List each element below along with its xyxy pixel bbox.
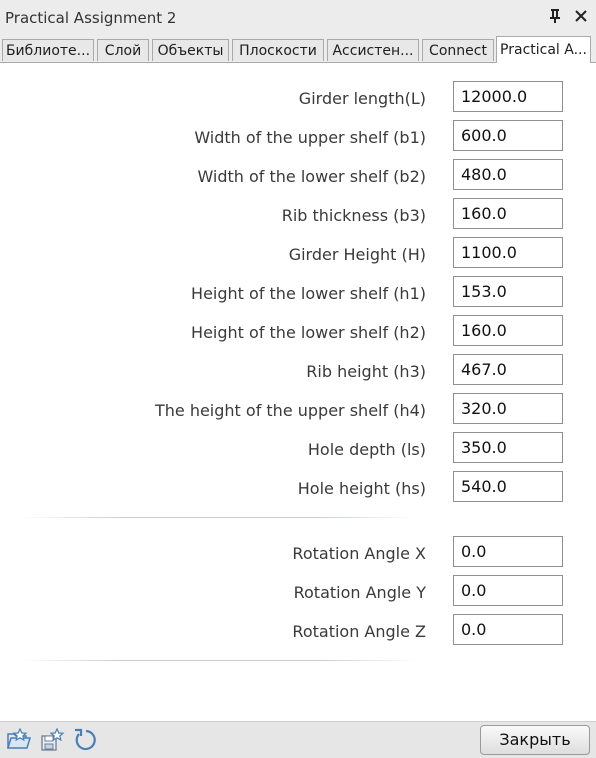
rotation-label-z: Rotation Angle Z	[292, 622, 426, 641]
param-input[interactable]: 350.0	[453, 432, 563, 463]
param-input[interactable]: 1100.0	[453, 237, 563, 268]
param-label: The height of the upper shelf (h4)	[154, 401, 426, 420]
rotation-input-y[interactable]: 0.0	[453, 575, 563, 606]
param-label: Height of the lower shelf (h2)	[191, 323, 426, 342]
window-title: Practical Assignment 2	[5, 9, 177, 27]
param-input[interactable]: 12000.0	[453, 81, 563, 112]
rotation-label-x: Rotation Angle X	[292, 544, 426, 563]
param-label: Hole depth (ls)	[307, 440, 426, 459]
param-input[interactable]: 153.0	[453, 276, 563, 307]
param-label: Hole height (hs)	[297, 479, 426, 498]
param-label: Girder Height (H)	[288, 245, 426, 264]
rotation-label-y: Rotation Angle Y	[293, 583, 426, 602]
tab-assistant[interactable]: Ассистен...	[327, 39, 419, 61]
section-divider	[22, 660, 417, 661]
tab-practical-assignment[interactable]: Practical A...	[496, 36, 591, 63]
tab-planes[interactable]: Плоскости	[232, 39, 324, 61]
param-input[interactable]: 480.0	[453, 159, 563, 190]
close-icon[interactable]	[570, 5, 592, 27]
param-input[interactable]: 320.0	[453, 393, 563, 424]
title-bar: Practical Assignment 2	[0, 0, 596, 36]
tab-library[interactable]: Библиоте...	[2, 39, 94, 61]
param-input[interactable]: 160.0	[453, 198, 563, 229]
tab-connect[interactable]: Connect	[422, 39, 494, 61]
param-input[interactable]: 160.0	[453, 315, 563, 346]
param-label: Width of the lower shelf (b2)	[197, 167, 426, 186]
open-favorite-icon[interactable]	[6, 727, 32, 752]
param-label: Height of the lower shelf (h1)	[191, 284, 426, 303]
save-favorite-icon[interactable]	[40, 727, 65, 752]
close-button[interactable]: Закрыть	[480, 725, 590, 755]
tab-strip: Библиоте... Слой Объекты Плоскости Ассис…	[0, 36, 596, 63]
param-input[interactable]: 600.0	[453, 120, 563, 151]
param-input[interactable]: 467.0	[453, 354, 563, 385]
pin-icon[interactable]	[544, 5, 566, 27]
reset-icon[interactable]	[72, 728, 96, 752]
rotation-input-z[interactable]: 0.0	[453, 614, 563, 645]
param-input[interactable]: 540.0	[453, 471, 563, 502]
param-label: Width of the upper shelf (b1)	[194, 128, 426, 147]
tab-layer[interactable]: Слой	[97, 39, 149, 61]
param-label: Girder length(L)	[298, 89, 426, 108]
rotation-input-x[interactable]: 0.0	[453, 536, 563, 567]
param-label: Rib height (h3)	[306, 362, 426, 381]
tab-objects[interactable]: Объекты	[152, 39, 229, 61]
section-divider	[22, 517, 417, 518]
param-label: Rib thickness (b3)	[281, 206, 426, 225]
